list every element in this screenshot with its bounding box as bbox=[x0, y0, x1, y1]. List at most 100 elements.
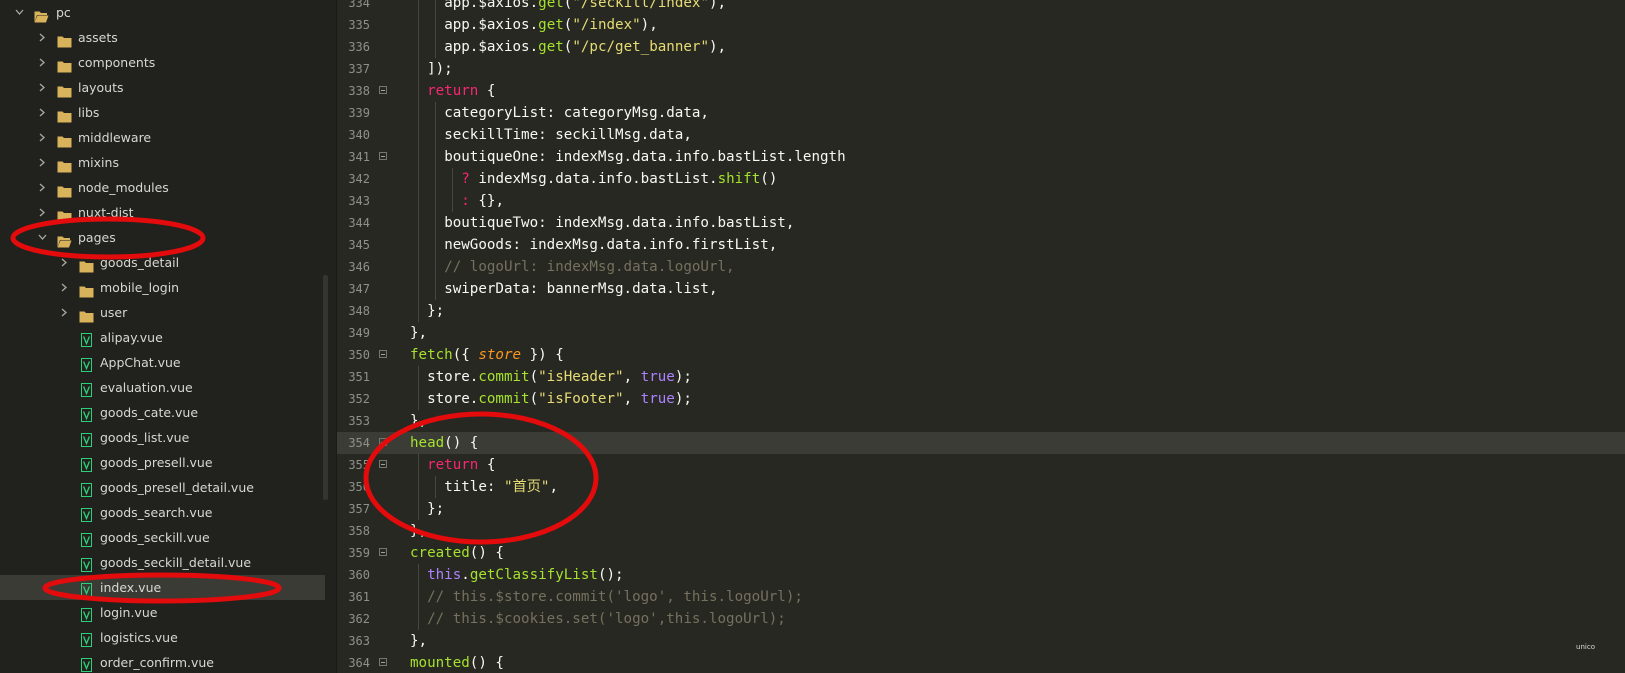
indent-guide bbox=[435, 102, 437, 124]
code-line[interactable]: 337]); bbox=[337, 58, 1625, 80]
indent-guide bbox=[435, 278, 437, 300]
tree-file-item[interactable]: login.vue bbox=[0, 600, 325, 625]
chevron-right-icon[interactable] bbox=[35, 150, 49, 175]
code-line[interactable]: 342? indexMsg.data.info.bastList.shift() bbox=[337, 168, 1625, 190]
code-token: true bbox=[640, 391, 675, 407]
tree-folder-item[interactable]: components bbox=[0, 50, 325, 75]
tree-file-item[interactable]: goods_seckill.vue bbox=[0, 525, 325, 550]
fold-toggle-icon[interactable] bbox=[379, 548, 387, 556]
tree-file-item[interactable]: goods_list.vue bbox=[0, 425, 325, 450]
tree-folder-item[interactable]: mobile_login bbox=[0, 275, 325, 300]
code-token: return bbox=[427, 457, 479, 473]
line-number: 339 bbox=[348, 106, 370, 120]
code-line[interactable]: 350 fetch({ store }) { bbox=[337, 344, 1625, 366]
chevron-right-icon[interactable] bbox=[35, 25, 49, 50]
code-line[interactable]: 360 this.getClassifyList(); bbox=[337, 564, 1625, 586]
tree-folder-item[interactable]: layouts bbox=[0, 75, 325, 100]
code-text: }, bbox=[410, 630, 427, 652]
code-token: get bbox=[538, 0, 564, 11]
chevron-right-icon[interactable] bbox=[35, 200, 49, 225]
tree-folder-item[interactable]: pages bbox=[0, 225, 325, 250]
tree-file-item[interactable]: goods_presell_detail.vue bbox=[0, 475, 325, 500]
tree-folder-item[interactable]: node_modules bbox=[0, 175, 325, 200]
code-line[interactable]: 352 store.commit("isFooter", true); bbox=[337, 388, 1625, 410]
code-token: {}, bbox=[469, 193, 505, 209]
code-line[interactable]: 334 app.$axios.get("/seckill/index"), bbox=[337, 0, 1625, 14]
code-line[interactable]: 363}, bbox=[337, 630, 1625, 652]
code-line[interactable]: 353}, bbox=[337, 410, 1625, 432]
chevron-right-icon[interactable] bbox=[35, 75, 49, 100]
tree-file-item[interactable]: AppChat.vue bbox=[0, 350, 325, 375]
code-token: }, bbox=[410, 633, 428, 649]
code-line[interactable]: 359 created() { bbox=[337, 542, 1625, 564]
code-line[interactable]: 336 app.$axios.get("/pc/get_banner"), bbox=[337, 36, 1625, 58]
chevron-down-icon[interactable] bbox=[12, 0, 26, 25]
tree-item-label: goods_cate.vue bbox=[100, 405, 199, 420]
code-line[interactable]: 354 head() { bbox=[337, 432, 1625, 454]
chevron-down-icon[interactable] bbox=[35, 225, 49, 250]
code-token: commit bbox=[478, 391, 530, 407]
code-line[interactable]: 364 mounted() { bbox=[337, 652, 1625, 673]
chevron-right-icon[interactable] bbox=[57, 300, 71, 325]
code-line[interactable]: 351 store.commit("isHeader", true); bbox=[337, 366, 1625, 388]
tree-file-item[interactable]: index.vue bbox=[0, 575, 325, 600]
line-number: 364 bbox=[348, 656, 370, 670]
fold-toggle-icon[interactable] bbox=[379, 438, 387, 446]
tree-item-label: goods_seckill.vue bbox=[100, 530, 210, 545]
tree-item-label: mixins bbox=[78, 155, 119, 170]
code-line[interactable]: 358}, bbox=[337, 520, 1625, 542]
tree-folder-item[interactable]: assets bbox=[0, 25, 325, 50]
tree-folder-item[interactable]: middleware bbox=[0, 125, 325, 150]
code-line[interactable]: 347 swiperData: bannerMsg.data.list, bbox=[337, 278, 1625, 300]
tree-file-item[interactable]: logistics.vue bbox=[0, 625, 325, 650]
indent-guide bbox=[435, 36, 437, 58]
tree-folder-item[interactable]: pc bbox=[0, 0, 325, 25]
tree-folder-item[interactable]: libs bbox=[0, 100, 325, 125]
chevron-right-icon[interactable] bbox=[57, 275, 71, 300]
chevron-right-icon[interactable] bbox=[35, 175, 49, 200]
code-line[interactable]: 335 app.$axios.get("/index"), bbox=[337, 14, 1625, 36]
tree-folder-item[interactable]: nuxt-dist bbox=[0, 200, 325, 225]
code-line[interactable]: 339 categoryList: categoryMsg.data, bbox=[337, 102, 1625, 124]
code-line[interactable]: 346 // logoUrl: indexMsg.data.logoUrl, bbox=[337, 256, 1625, 278]
code-token: , bbox=[623, 369, 641, 385]
tree-file-item[interactable]: goods_presell.vue bbox=[0, 450, 325, 475]
code-line[interactable]: 340 seckillTime: seckillMsg.data, bbox=[337, 124, 1625, 146]
tree-file-item[interactable]: alipay.vue bbox=[0, 325, 325, 350]
code-line[interactable]: 348}; bbox=[337, 300, 1625, 322]
code-line[interactable]: 338 return { bbox=[337, 80, 1625, 102]
code-line[interactable]: 357}; bbox=[337, 498, 1625, 520]
code-line[interactable]: 356 title: "首页", bbox=[337, 476, 1625, 498]
code-line[interactable]: 344 boutiqueTwo: indexMsg.data.info.bastL… bbox=[337, 212, 1625, 234]
tree-folder-item[interactable]: user bbox=[0, 300, 325, 325]
code-line[interactable]: 361 // this.$store.commit('logo', this.lo… bbox=[337, 586, 1625, 608]
code-token: app.$axios. bbox=[444, 0, 539, 11]
tree-file-item[interactable]: order_confirm.vue bbox=[0, 650, 325, 673]
fold-toggle-icon[interactable] bbox=[379, 460, 387, 468]
fold-toggle-icon[interactable] bbox=[379, 152, 387, 160]
code-line[interactable]: 345 newGoods: indexMsg.data.info.firstLis… bbox=[337, 234, 1625, 256]
code-line[interactable]: 349}, bbox=[337, 322, 1625, 344]
code-token: boutiqueTwo: indexMsg.data.info.bastList… bbox=[444, 215, 795, 231]
tree-file-item[interactable]: goods_seckill_detail.vue bbox=[0, 550, 325, 575]
fold-toggle-icon[interactable] bbox=[379, 658, 387, 666]
line-number: 348 bbox=[348, 304, 370, 318]
chevron-right-icon[interactable] bbox=[35, 50, 49, 75]
code-line[interactable]: 362 // this.$cookies.set('logo',this.logo… bbox=[337, 608, 1625, 630]
tree-file-item[interactable]: goods_search.vue bbox=[0, 500, 325, 525]
code-line[interactable]: 343: {}, bbox=[337, 190, 1625, 212]
code-editor[interactable]: unico 334 app.$axios.get("/seckill/index"… bbox=[337, 0, 1625, 673]
code-line[interactable]: 341 boutiqueOne: indexMsg.data.info.bastL… bbox=[337, 146, 1625, 168]
chevron-right-icon[interactable] bbox=[57, 250, 71, 275]
chevron-right-icon[interactable] bbox=[35, 100, 49, 125]
tree-folder-item[interactable]: mixins bbox=[0, 150, 325, 175]
indent-guide bbox=[435, 212, 437, 234]
tree-file-item[interactable]: goods_cate.vue bbox=[0, 400, 325, 425]
tree-folder-item[interactable]: goods_detail bbox=[0, 250, 325, 275]
tree-file-item[interactable]: evaluation.vue bbox=[0, 375, 325, 400]
code-line[interactable]: 355 return { bbox=[337, 454, 1625, 476]
fold-toggle-icon[interactable] bbox=[379, 350, 387, 358]
chevron-right-icon[interactable] bbox=[35, 125, 49, 150]
fold-toggle-icon[interactable] bbox=[379, 86, 387, 94]
code-text: store.commit("isHeader", true); bbox=[427, 366, 692, 388]
